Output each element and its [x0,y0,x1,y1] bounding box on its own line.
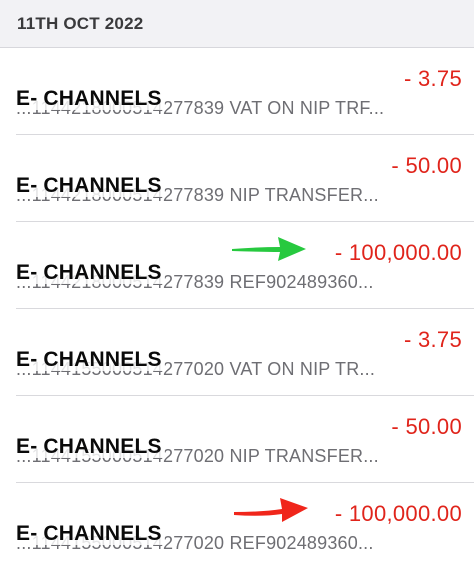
transaction-channel-label: E- CHANNELS [16,175,165,197]
transaction-channel-label: E- CHANNELS [16,262,165,284]
transaction-row[interactable]: - 50.00 ...1144218000514277839 NIP TRANS… [16,135,474,222]
transaction-row[interactable]: - 100,000.00 ...1144218000514277839 REF9… [16,222,474,309]
transaction-amount: - 50.00 [391,153,462,178]
transaction-channel-label: E- CHANNELS [16,349,165,371]
transaction-amount: - 100,000.00 [334,240,462,265]
transaction-row[interactable]: - 50.00 ...1144155000514277020 NIP TRANS… [16,396,474,483]
transaction-row[interactable]: - 3.75 ...1144155000514277020 VAT ON NIP… [16,309,474,396]
transaction-amount: - 3.75 [403,66,462,91]
transaction-row[interactable]: - 100,000.00 ...1144155000514277020 REF9… [16,483,474,570]
red-arrow-icon [234,498,308,522]
transaction-amount: - 100,000.00 [334,501,462,526]
transaction-channel-label: E- CHANNELS [16,88,165,110]
transaction-channel-label: E- CHANNELS [16,436,165,458]
transaction-amount: - 3.75 [403,327,462,352]
date-section-header: 11TH OCT 2022 [0,0,474,48]
green-arrow-icon [232,237,306,261]
transaction-channel-label: E- CHANNELS [16,523,165,545]
transaction-list: - 3.75 ...1144218000514277839 VAT ON NIP… [0,48,474,570]
transaction-row[interactable]: - 3.75 ...1144218000514277839 VAT ON NIP… [16,48,474,135]
transaction-amount: - 50.00 [391,414,462,439]
